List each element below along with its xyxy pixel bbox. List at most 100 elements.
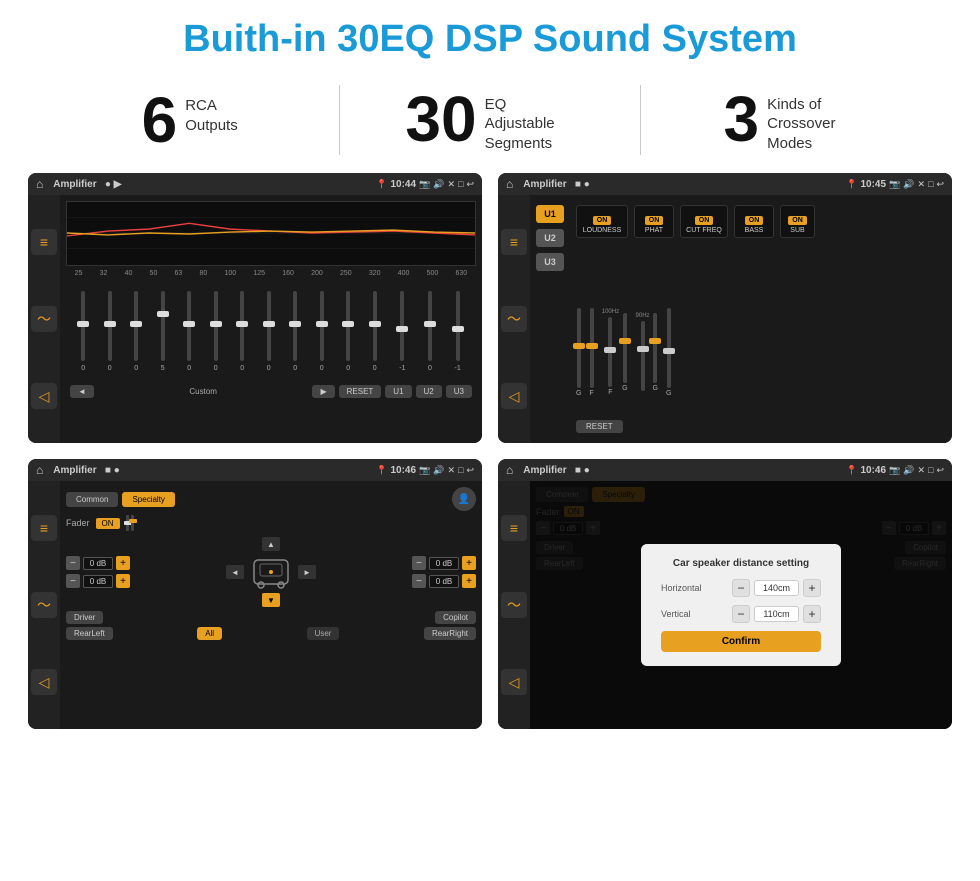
eq-slider-9[interactable]: 0 bbox=[293, 281, 297, 381]
confirm-button[interactable]: Confirm bbox=[661, 631, 821, 652]
crossover-reset-button[interactable]: RESET bbox=[576, 420, 623, 433]
bass-module: ON BASS bbox=[734, 205, 774, 238]
window-icon[interactable]: □ bbox=[458, 179, 463, 189]
fader-icon-speaker[interactable]: ◁ bbox=[31, 669, 57, 695]
fader-arrow-left[interactable]: ◄ bbox=[226, 565, 244, 579]
fader-icon-wave[interactable]: 〜 bbox=[31, 592, 57, 618]
fader-vol3-minus[interactable]: − bbox=[412, 556, 426, 570]
fader-home-icon[interactable]: ⌂ bbox=[36, 463, 43, 477]
dialog-home-icon[interactable]: ⌂ bbox=[506, 463, 513, 477]
eq-u2-button[interactable]: U2 bbox=[416, 385, 442, 398]
eq-side-icons: ≡ 〜 ◁ bbox=[28, 195, 60, 443]
eq-icon-speaker[interactable]: ◁ bbox=[31, 383, 57, 409]
close-icon[interactable]: ✕ bbox=[447, 179, 455, 190]
u1-button[interactable]: U1 bbox=[536, 205, 564, 223]
eq-icon-sliders[interactable]: ≡ bbox=[31, 229, 57, 255]
cutfreq-slider-f[interactable]: 100Hz F bbox=[602, 292, 619, 412]
eq-reset-button[interactable]: RESET bbox=[339, 385, 382, 398]
eq-slider-1[interactable]: 0 bbox=[81, 281, 85, 381]
crossover-icon-speaker[interactable]: ◁ bbox=[501, 383, 527, 409]
home-icon[interactable]: ⌂ bbox=[36, 177, 43, 191]
horizontal-minus-button[interactable]: − bbox=[732, 579, 750, 597]
horizontal-plus-button[interactable]: + bbox=[803, 579, 821, 597]
dialog-icon-wave[interactable]: 〜 bbox=[501, 592, 527, 618]
fader-vol4-plus[interactable]: + bbox=[462, 574, 476, 588]
eq-slider-7[interactable]: 0 bbox=[240, 281, 244, 381]
horizontal-label: Horizontal bbox=[661, 583, 702, 593]
fader-rearleft-button[interactable]: RearLeft bbox=[66, 627, 113, 640]
eq-slider-4[interactable]: 5 bbox=[161, 281, 165, 381]
fader-all-button[interactable]: All bbox=[197, 627, 222, 640]
eq-curve-area bbox=[66, 201, 476, 266]
stats-row: 6 RCAOutputs 30 EQ AdjustableSegments 3 … bbox=[0, 75, 980, 173]
fader-user-button[interactable]: User bbox=[307, 627, 340, 640]
eq-freq-labels: 253240506380100125160200250320400500630 bbox=[66, 270, 476, 277]
crossover-main-panel: ON LOUDNESS ON PHAT ON CUT FREQ ON BASS bbox=[572, 201, 946, 437]
eq-slider-14[interactable]: 0 bbox=[428, 281, 432, 381]
dialog-icon-sliders[interactable]: ≡ bbox=[501, 515, 527, 541]
location-icon: 📍 bbox=[376, 179, 387, 190]
fader-left-vols: − 0 dB + − 0 dB + bbox=[66, 556, 130, 588]
fader-vol3-plus[interactable]: + bbox=[462, 556, 476, 570]
back-icon[interactable]: ↩ bbox=[466, 179, 474, 190]
sub-module: ON SUB bbox=[780, 205, 815, 238]
dialog-screen-title: Amplifier ■ ● bbox=[523, 465, 842, 476]
u3-button[interactable]: U3 bbox=[536, 253, 564, 271]
fader-tabs-row: Common Specialty 👤 bbox=[66, 487, 476, 511]
fader-driver-button[interactable]: Driver bbox=[66, 611, 103, 624]
bass-slider-g[interactable]: G bbox=[653, 292, 658, 412]
fader-right-vols: − 0 dB + − 0 dB + bbox=[412, 556, 476, 588]
sub-slider[interactable]: G bbox=[666, 292, 671, 412]
phat-slider[interactable]: F bbox=[589, 292, 593, 412]
crossover-content: U1 U2 U3 ON LOUDNESS ON PHAT ON bbox=[530, 195, 952, 443]
fader-person-icon[interactable]: 👤 bbox=[452, 487, 476, 511]
eq-u3-button[interactable]: U3 bbox=[446, 385, 472, 398]
crossover-home-icon[interactable]: ⌂ bbox=[506, 177, 513, 191]
fader-tab-common[interactable]: Common bbox=[66, 492, 118, 507]
eq-slider-15[interactable]: -1 bbox=[454, 281, 460, 381]
fader-tab-specialty[interactable]: Specialty bbox=[122, 492, 174, 507]
eq-icon-wave[interactable]: 〜 bbox=[31, 306, 57, 332]
eq-slider-6[interactable]: 0 bbox=[214, 281, 218, 381]
eq-slider-8[interactable]: 0 bbox=[267, 281, 271, 381]
fader-rearright-button[interactable]: RearRight bbox=[424, 627, 476, 640]
eq-slider-3[interactable]: 0 bbox=[134, 281, 138, 381]
dialog-icon-speaker[interactable]: ◁ bbox=[501, 669, 527, 695]
crossover-modules-row: ON LOUDNESS ON PHAT ON CUT FREQ ON BASS bbox=[576, 205, 942, 238]
fader-sliders-horiz bbox=[126, 515, 134, 531]
eq-prev-button[interactable]: ◄ bbox=[70, 385, 94, 398]
eq-slider-13[interactable]: -1 bbox=[399, 281, 405, 381]
vertical-plus-button[interactable]: + bbox=[803, 605, 821, 623]
eq-slider-5[interactable]: 0 bbox=[187, 281, 191, 381]
fader-arrow-down[interactable]: ▼ bbox=[262, 593, 280, 607]
eq-slider-12[interactable]: 0 bbox=[373, 281, 377, 381]
fader-copilot-button[interactable]: Copilot bbox=[435, 611, 476, 624]
fader-arrow-right[interactable]: ► bbox=[298, 565, 316, 579]
crossover-icon-sliders[interactable]: ≡ bbox=[501, 229, 527, 255]
fader-arrow-up[interactable]: ▲ bbox=[262, 537, 280, 551]
eq-slider-2[interactable]: 0 bbox=[108, 281, 112, 381]
crossover-screen-title: Amplifier ■ ● bbox=[523, 179, 842, 190]
crossover-icon-wave[interactable]: 〜 bbox=[501, 306, 527, 332]
fader-vol1-plus[interactable]: + bbox=[116, 556, 130, 570]
fader-on-button[interactable]: ON bbox=[96, 518, 120, 529]
car-svg bbox=[246, 552, 296, 592]
fader-vol2-plus[interactable]: + bbox=[116, 574, 130, 588]
fader-vol2-minus[interactable]: − bbox=[66, 574, 80, 588]
bass-slider-freq[interactable]: 90Hz bbox=[636, 292, 650, 412]
vertical-minus-button[interactable]: − bbox=[732, 605, 750, 623]
loudness-slider[interactable]: G bbox=[576, 292, 581, 412]
fader-status-bar: ⌂ Amplifier ■ ● 📍 10:46 📷🔊✕□↩ bbox=[28, 459, 482, 481]
eq-play-button[interactable]: ▶ bbox=[312, 385, 334, 398]
eq-u1-button[interactable]: U1 bbox=[385, 385, 411, 398]
fader-vol4-minus[interactable]: − bbox=[412, 574, 426, 588]
eq-slider-10[interactable]: 0 bbox=[320, 281, 324, 381]
u2-button[interactable]: U2 bbox=[536, 229, 564, 247]
dialog-screen: ⌂ Amplifier ■ ● 📍 10:46 📷🔊✕□↩ ≡ 〜 ◁ Comm… bbox=[498, 459, 952, 729]
fader-icon-sliders[interactable]: ≡ bbox=[31, 515, 57, 541]
eq-slider-11[interactable]: 0 bbox=[346, 281, 350, 381]
vertical-control: − 110cm + bbox=[732, 605, 821, 623]
cutfreq-slider-g[interactable]: G bbox=[622, 292, 627, 412]
fader-vol1-minus[interactable]: − bbox=[66, 556, 80, 570]
eq-status-bar: ⌂ Amplifier ● ▶ 📍 10:44 📷 🔊 ✕ □ ↩ bbox=[28, 173, 482, 195]
